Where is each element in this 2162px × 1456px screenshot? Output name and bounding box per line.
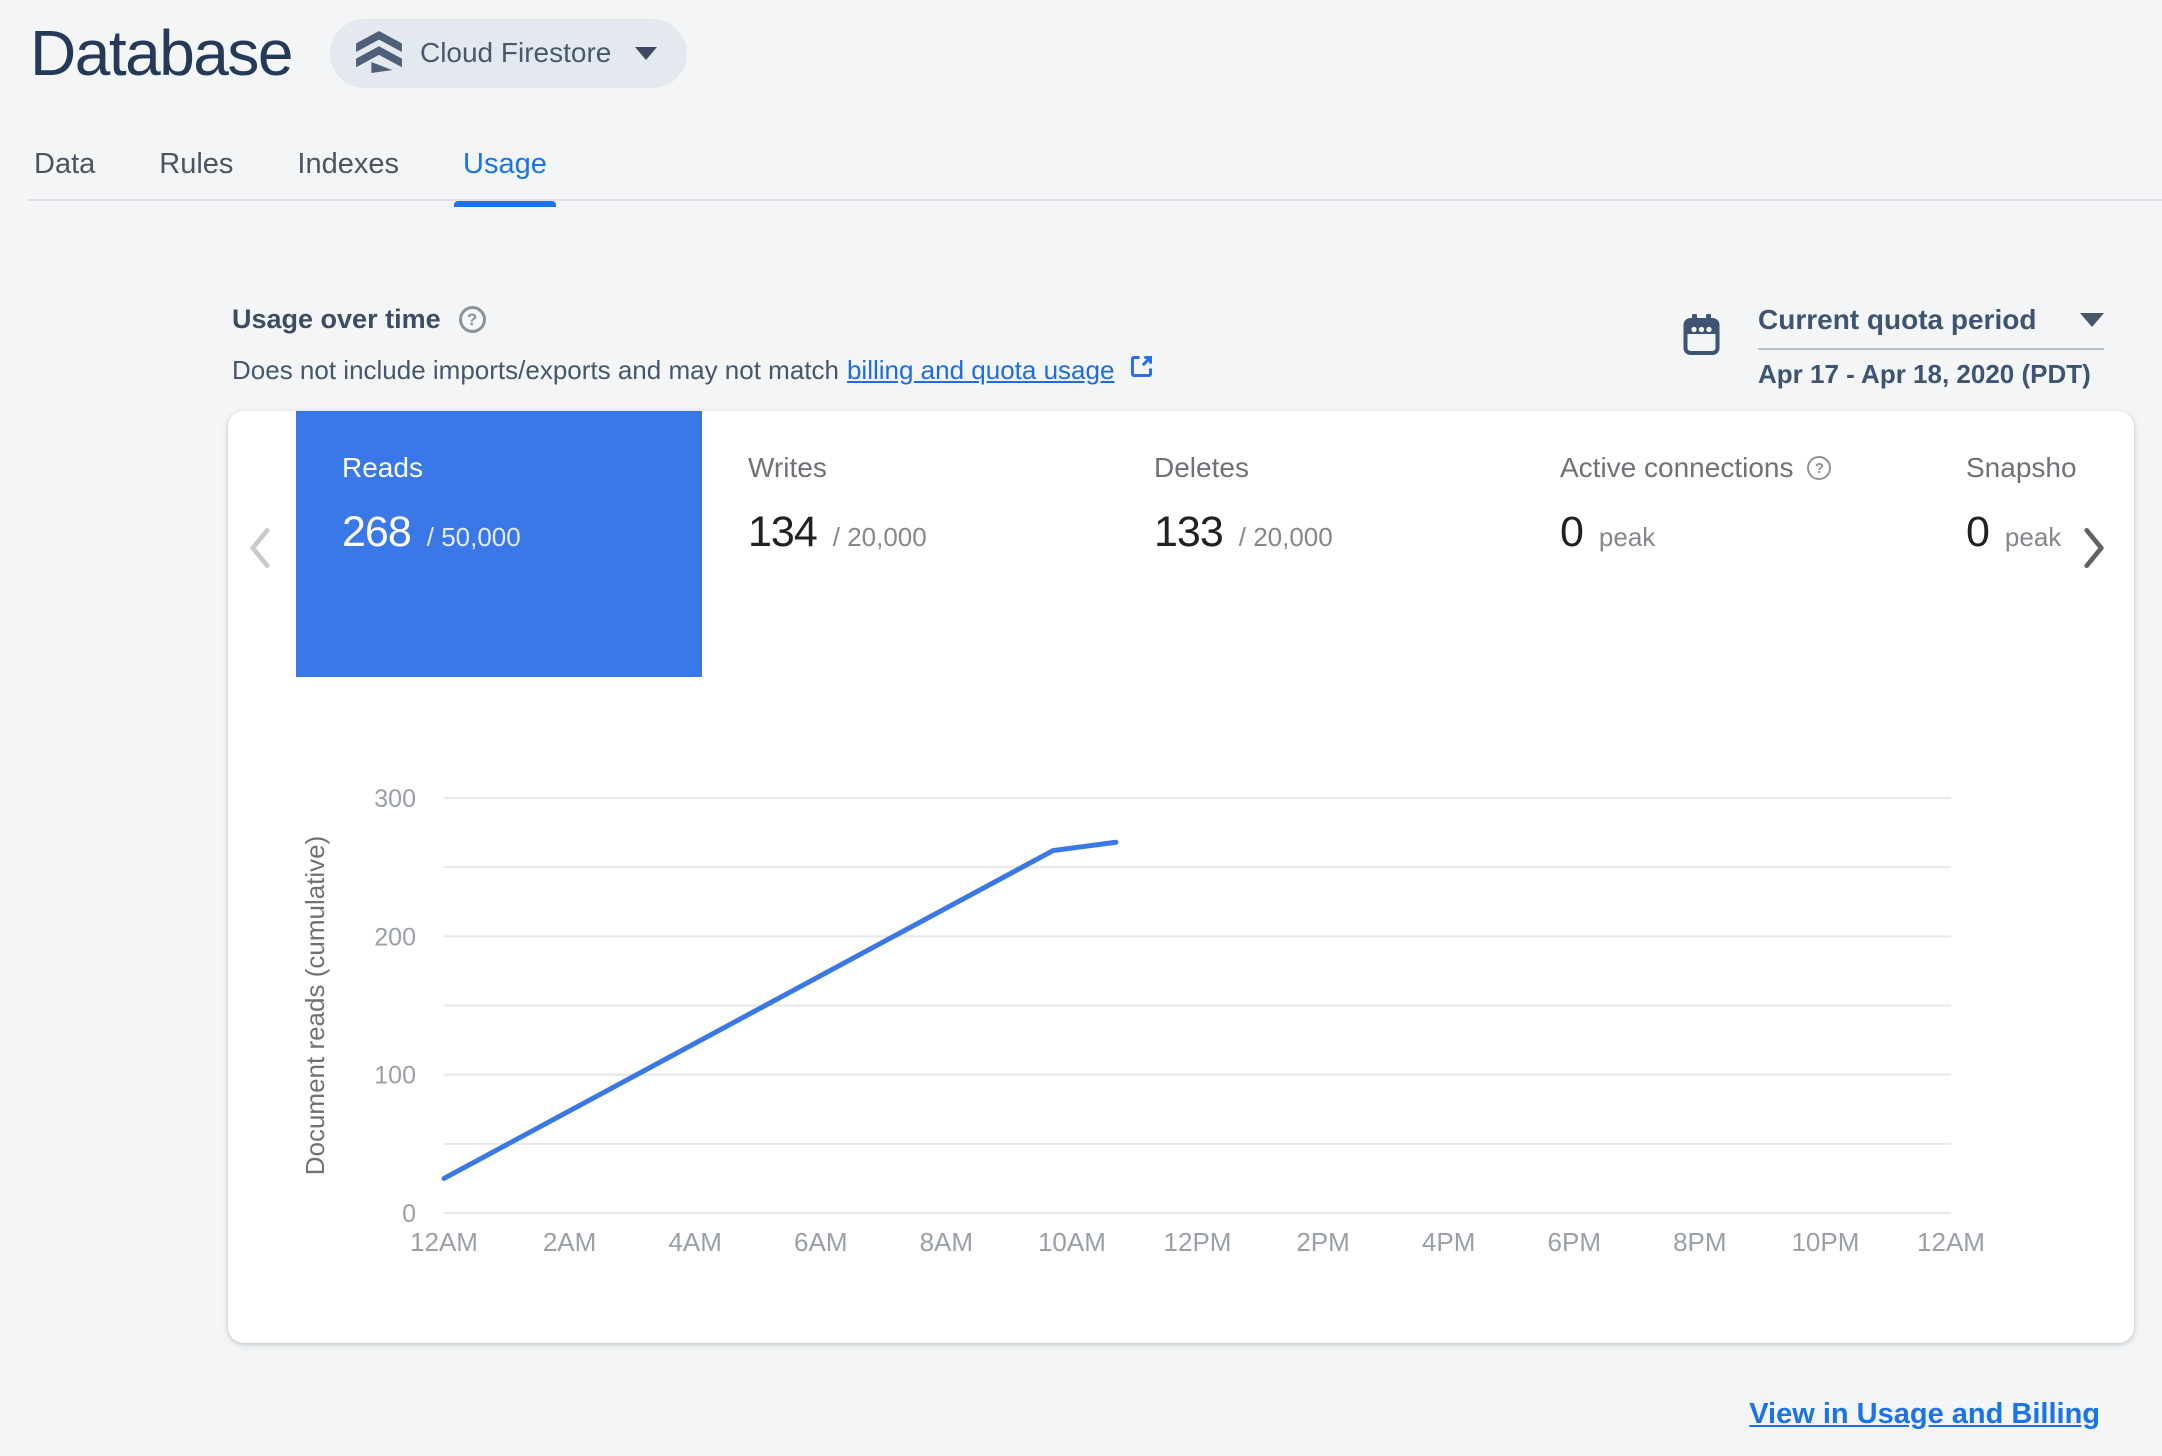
- usage-panel: Reads 268 / 50,000 Writes 134 / 20,000 D…: [228, 411, 2134, 1343]
- svg-text:0: 0: [402, 1200, 416, 1228]
- metric-card-label: Reads: [342, 452, 423, 483]
- firestore-icon: [356, 30, 402, 76]
- quota-period-dropdown[interactable]: Current quota period Apr 17 - Apr 18, 20…: [1758, 304, 2105, 390]
- metric-card-value: 268: [342, 508, 412, 556]
- quota-period-control: Current quota period Apr 17 - Apr 18, 20…: [1683, 304, 2105, 390]
- view-usage-billing-link[interactable]: View in Usage and Billing: [1749, 1398, 2100, 1431]
- chevron-left-icon: [250, 527, 270, 569]
- metric-card-label: Deletes: [1154, 452, 1249, 483]
- metric-card-limit: / 20,000: [1238, 522, 1333, 552]
- svg-text:12AM: 12AM: [1917, 1227, 1985, 1257]
- metric-card-peak-label: peak: [1598, 522, 1656, 552]
- svg-text:2AM: 2AM: [543, 1227, 596, 1257]
- chevron-right-icon: [2084, 527, 2104, 569]
- section-description-text: Does not include imports/exports and may…: [232, 354, 839, 385]
- svg-text:8AM: 8AM: [920, 1227, 973, 1257]
- page-title: Database: [30, 17, 293, 89]
- product-selector-dropdown[interactable]: Cloud Firestore: [329, 18, 688, 88]
- metric-card-label: Active connections: [1560, 452, 1794, 483]
- section-description: Does not include imports/exports and may…: [232, 351, 1157, 389]
- quota-period-range: Apr 17 - Apr 18, 2020 (PDT): [1758, 359, 2091, 389]
- metric-card-limit: / 50,000: [426, 522, 521, 552]
- metric-card-peak-label: peak: [2004, 522, 2062, 552]
- help-icon[interactable]: ?: [458, 306, 486, 333]
- svg-text:8PM: 8PM: [1673, 1227, 1726, 1257]
- metric-card-label: Writes: [748, 452, 827, 483]
- caret-down-icon: [2080, 313, 2105, 327]
- svg-text:2PM: 2PM: [1296, 1227, 1349, 1257]
- svg-text:200: 200: [374, 923, 416, 951]
- chart-y-tick-labels: 0 100 200 300: [374, 785, 416, 1228]
- svg-text:4PM: 4PM: [1422, 1227, 1475, 1257]
- chart-series-line: [441, 839, 1119, 1181]
- svg-text:300: 300: [374, 785, 416, 813]
- product-selector-label: Cloud Firestore: [419, 37, 612, 68]
- caret-down-icon: [635, 46, 658, 60]
- svg-text:100: 100: [374, 1062, 416, 1090]
- metric-card-value: 0: [1966, 508, 1990, 556]
- metric-card-reads[interactable]: Reads 268 / 50,000: [296, 411, 702, 677]
- quota-period-label: Current quota period: [1758, 304, 2037, 335]
- external-link-icon: [1126, 351, 1157, 389]
- svg-text:10AM: 10AM: [1038, 1227, 1106, 1257]
- metric-cards-row: Reads 268 / 50,000 Writes 134 / 20,000 D…: [296, 411, 2134, 677]
- svg-text:12PM: 12PM: [1164, 1227, 1232, 1257]
- chart-x-tick-labels: 12AM 2AM 4AM 6AM 8AM 10AM 12PM 2PM 4PM 6PM 8PM 10PM…: [410, 1227, 1985, 1257]
- chart-gridlines: [444, 797, 1951, 1214]
- svg-text:6AM: 6AM: [794, 1227, 847, 1257]
- cards-scroll-right-button[interactable]: [2072, 523, 2116, 573]
- svg-text:12AM: 12AM: [410, 1227, 478, 1257]
- usage-section-header: Usage over time ? Does not include impor…: [232, 304, 1157, 389]
- metric-card-value: 134: [748, 508, 818, 556]
- cards-scroll-left-button[interactable]: [238, 523, 282, 573]
- metric-card-deletes[interactable]: Deletes 133 / 20,000: [1108, 411, 1514, 677]
- metric-card-label: Snapsho: [1966, 452, 2077, 483]
- calendar-icon: [1683, 314, 1720, 390]
- page-header: Database Cloud Firestore: [30, 16, 688, 90]
- svg-text:10PM: 10PM: [1791, 1227, 1859, 1257]
- metric-card-limit: / 20,000: [832, 522, 927, 552]
- svg-text:4AM: 4AM: [668, 1227, 721, 1257]
- tab-bar-divider: [28, 199, 2162, 201]
- svg-text:6PM: 6PM: [1548, 1227, 1601, 1257]
- billing-quota-usage-link[interactable]: billing and quota usage: [847, 355, 1114, 386]
- metric-card-value: 133: [1154, 508, 1224, 556]
- help-icon[interactable]: ?: [1807, 456, 1832, 480]
- chart-y-axis-title: Document reads (cumulative): [300, 836, 330, 1176]
- section-heading: Usage over time: [232, 304, 441, 334]
- metric-card-value: 0: [1560, 508, 1584, 556]
- metric-card-writes[interactable]: Writes 134 / 20,000: [702, 411, 1108, 677]
- metric-card-active-connections[interactable]: Active connections ? 0 peak: [1514, 411, 1920, 677]
